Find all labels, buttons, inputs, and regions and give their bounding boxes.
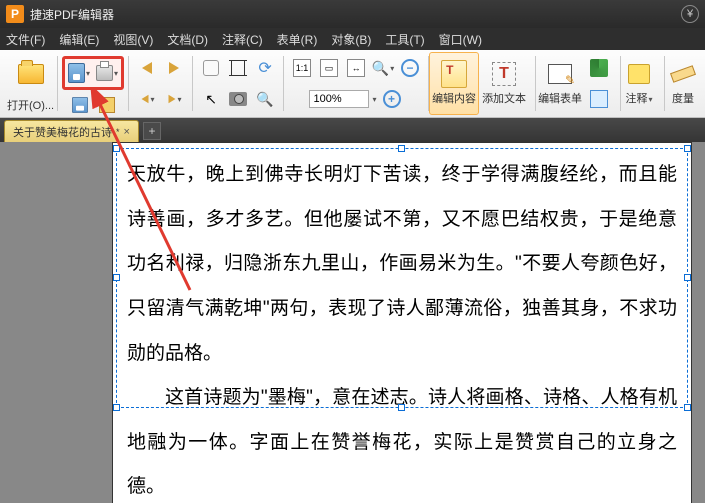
open-group: 打开(O)... — [4, 52, 57, 115]
menu-doc[interactable]: 文档(D) — [167, 31, 208, 48]
redo-icon — [169, 62, 179, 74]
magnifier-icon: 🔍 — [372, 60, 389, 77]
fit-width-icon: ↔ — [347, 59, 365, 77]
annotate-label: 注释 — [626, 93, 648, 105]
menu-form[interactable]: 表单(R) — [277, 31, 318, 48]
tab-bar: 关于赞美梅花的古诗 * × + — [0, 118, 705, 142]
refresh-icon: ⟳ — [258, 58, 271, 78]
undo-button[interactable] — [135, 56, 159, 80]
edit-form-label: 编辑表单 — [538, 90, 582, 106]
text-select-tool[interactable] — [226, 56, 250, 80]
measure-button[interactable]: 度量 — [665, 52, 701, 115]
save-as-button[interactable] — [68, 93, 92, 117]
redo-icon2 — [168, 95, 175, 103]
zoom-group: 1:1 ▭ ↔ 🔍▾ − ▾ + — [284, 52, 428, 115]
fit-page[interactable]: ▭ — [317, 56, 341, 80]
menu-object[interactable]: 对象(B) — [331, 31, 371, 48]
print-icon — [96, 65, 113, 81]
undo-drop[interactable]: ▾ — [135, 87, 159, 111]
fit-page-icon: ▭ — [320, 59, 338, 77]
zoom-in[interactable]: + — [380, 87, 404, 111]
edit-form-button[interactable]: 编辑表单 — [536, 52, 584, 115]
app-title: 捷速PDF编辑器 — [30, 6, 114, 23]
annotate-button[interactable]: 注释▾ — [621, 52, 657, 115]
save-print-group: ▾ ▾ — [58, 52, 128, 115]
menu-bar: 文件(F) 编辑(E) 视图(V) 文档(D) 注释(C) 表单(R) 对象(B… — [0, 28, 705, 50]
blue-icon — [590, 90, 608, 108]
save-as-icon — [72, 97, 88, 113]
menu-tool[interactable]: 工具(T) — [385, 31, 424, 48]
new-tab-button[interactable]: + — [143, 122, 161, 140]
document-tab[interactable]: 关于赞美梅花的古诗 * × — [4, 120, 139, 142]
title-bar: P 捷速PDF编辑器 ¥ — [0, 0, 705, 28]
menu-comment[interactable]: 注释(C) — [222, 31, 263, 48]
edit-content-label: 编辑内容 — [432, 90, 476, 106]
add-text-icon: T — [492, 62, 516, 86]
zoom-out[interactable]: − — [398, 56, 422, 80]
search-icon: 🔍 — [256, 91, 273, 108]
pointer-icon: ↖ — [205, 91, 217, 108]
actual-size-icon: 1:1 — [293, 59, 311, 77]
refresh-tool[interactable]: ⟳ — [253, 56, 277, 80]
undo-icon — [142, 62, 152, 74]
tab-close[interactable]: × — [124, 126, 130, 138]
camera-icon — [229, 92, 247, 106]
redo-button[interactable] — [162, 56, 186, 80]
redo-drop[interactable]: ▾ — [162, 87, 186, 111]
zoom-out-icon: − — [401, 59, 419, 77]
paragraph-1[interactable]: 天放牛，晚上到佛寺长明灯下苦读，终于学得满腹经纶，而且能诗善画，多才多艺。但他屡… — [127, 153, 677, 376]
email-button[interactable] — [95, 93, 119, 117]
actual-size[interactable]: 1:1 — [290, 56, 314, 80]
app-logo: P — [6, 5, 24, 23]
select-tool[interactable]: ↖ — [199, 87, 223, 111]
toolbar: 打开(O)... ▾ ▾ ▾ ▾ ⟳ ↖ 🔍 — [0, 50, 705, 118]
currency-icon[interactable]: ¥ — [681, 5, 699, 23]
green-tool[interactable] — [587, 56, 611, 80]
folder-icon — [18, 64, 44, 84]
document-text[interactable]: 天放牛，晚上到佛寺长明灯下苦读，终于学得满腹经纶，而且能诗善画，多才多艺。但他屡… — [127, 153, 677, 503]
annotate-icon — [628, 64, 650, 84]
cursor-group: ⟳ ↖ 🔍 — [193, 52, 283, 115]
highlight-box: ▾ ▾ — [62, 56, 124, 90]
tab-title: 关于赞美梅花的古诗 — [13, 124, 112, 140]
ruler-icon — [670, 65, 696, 83]
zoom-in-icon: + — [383, 90, 401, 108]
menu-file[interactable]: 文件(F) — [6, 31, 45, 48]
menu-window[interactable]: 窗口(W) — [439, 31, 482, 48]
edit-content-button[interactable]: 编辑内容 — [429, 52, 479, 115]
snapshot-tool[interactable] — [226, 87, 250, 111]
text-cursor-icon — [231, 60, 245, 76]
measure-label: 度量 — [672, 90, 694, 106]
hand-icon — [203, 60, 219, 76]
misc-group — [585, 52, 613, 115]
paragraph-2[interactable]: 这首诗题为"墨梅"，意在述志。诗人将画格、诗格、人格有机地融为一体。字面上在赞誉… — [127, 376, 677, 503]
fit-width[interactable]: ↔ — [344, 56, 368, 80]
open-label: 打开(O)... — [7, 97, 54, 113]
zoom-input[interactable] — [309, 90, 369, 108]
menu-edit[interactable]: 编辑(E) — [59, 31, 99, 48]
edit-form-icon — [548, 64, 572, 84]
document-area[interactable]: 天放牛，晚上到佛寺长明灯下苦读，终于学得满腹经纶，而且能诗善画，多才多艺。但他屡… — [0, 142, 705, 503]
undo-icon2 — [141, 95, 148, 103]
add-text-label: 添加文本 — [482, 90, 526, 106]
edit-content-icon — [441, 60, 467, 88]
page[interactable]: 天放牛，晚上到佛寺长明灯下苦读，终于学得满腹经纶，而且能诗善画，多才多艺。但他屡… — [112, 142, 692, 503]
history-group: ▾ ▾ — [129, 52, 192, 115]
hand-tool[interactable] — [199, 56, 223, 80]
menu-view[interactable]: 视图(V) — [113, 31, 153, 48]
save-icon — [68, 63, 85, 83]
add-text-button[interactable]: T 添加文本 — [480, 52, 528, 115]
mail-icon — [99, 97, 115, 113]
search-tool[interactable]: 🔍 — [253, 87, 277, 111]
blue-tool[interactable] — [587, 87, 611, 111]
print-button[interactable]: ▾ — [95, 61, 119, 85]
save-button[interactable]: ▾ — [67, 61, 91, 85]
green-icon — [590, 59, 608, 77]
zoom-tool[interactable]: 🔍▾ — [371, 56, 395, 80]
open-button[interactable] — [15, 54, 47, 94]
